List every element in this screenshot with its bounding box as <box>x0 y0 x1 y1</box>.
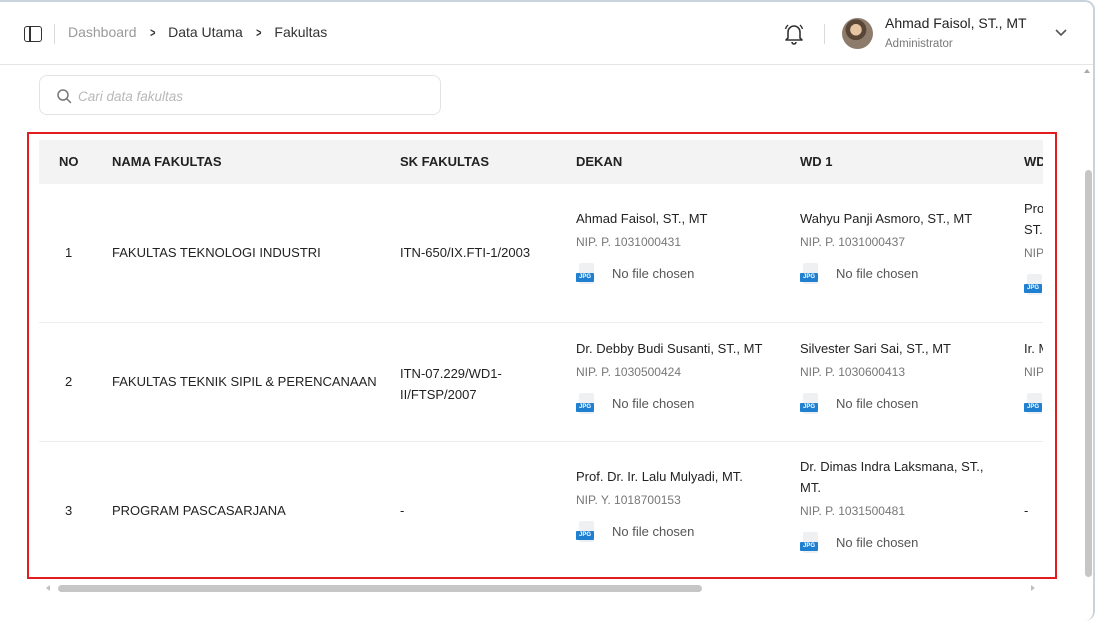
column-header-nama-fakultas: NAMA FAKULTAS <box>112 154 222 169</box>
dekan-cell: Prof. Dr. Ir. Lalu Mulyadi, MT. NIP. Y. … <box>576 466 743 542</box>
breadcrumb-fakultas: Fakultas <box>274 24 328 40</box>
table-row: 2 FAKULTAS TEKNIK SIPIL & PERENCANAAN IT… <box>39 323 1043 442</box>
faculty-sk: ITN-650/IX.FTI-1/2003 <box>400 245 531 260</box>
wd1-nip: NIP. P. 1030600413 <box>800 365 905 379</box>
scroll-left-arrow-icon[interactable] <box>46 585 50 591</box>
jpg-file-icon: JPG <box>800 393 818 414</box>
wd2-cell: Pro ST. NIP JPG <box>1024 198 1043 295</box>
faculty-name: FAKULTAS TEKNOLOGI INDUSTRI <box>112 245 321 260</box>
dekan-name: Ahmad Faisol, ST., MT <box>576 211 708 226</box>
wd2-name: Ir. M <box>1024 341 1043 356</box>
column-header-no: NO <box>59 154 79 169</box>
sidebar-toggle-icon[interactable] <box>24 26 42 42</box>
wd2-file-input[interactable]: JPG <box>1024 274 1043 295</box>
horizontal-scrollbar[interactable] <box>58 585 702 592</box>
dekan-cell: Ahmad Faisol, ST., MT NIP. P. 1031000431… <box>576 208 707 284</box>
chevron-down-icon[interactable] <box>1054 28 1068 38</box>
wd2-cell: Ir. M NIP JPG <box>1024 338 1043 414</box>
jpg-file-icon: JPG <box>800 532 818 553</box>
jpg-file-icon: JPG <box>1024 274 1042 295</box>
column-header-wd2: WD <box>1024 154 1043 169</box>
dekan-file-input[interactable]: JPG No file chosen <box>576 263 707 284</box>
user-name: Ahmad Faisol, ST., MT <box>885 15 1027 31</box>
dekan-cell: Dr. Debby Budi Susanti, ST., MT NIP. P. … <box>576 338 762 414</box>
wd2-nip: NIP <box>1024 365 1043 379</box>
breadcrumb: Dashboard > Data Utama > Fakultas <box>68 24 327 40</box>
file-status: No file chosen <box>836 396 919 411</box>
wd2-nip: NIP <box>1024 246 1043 260</box>
table-header: NO NAMA FAKULTAS SK FAKULTAS DEKAN WD 1 … <box>39 140 1043 184</box>
row-number: 2 <box>65 374 73 389</box>
wd1-file-input[interactable]: JPG No file chosen <box>800 393 951 414</box>
search-icon <box>57 89 72 104</box>
dekan-file-input[interactable]: JPG No file chosen <box>576 521 743 542</box>
jpg-file-icon: JPG <box>576 393 594 414</box>
scroll-up-arrow-icon[interactable] <box>1084 69 1090 73</box>
scroll-right-arrow-icon[interactable] <box>1031 585 1035 591</box>
dekan-nip: NIP. P. 1030500424 <box>576 365 681 379</box>
wd2-name: - <box>1024 503 1029 518</box>
search-input[interactable] <box>78 84 428 108</box>
file-status: No file chosen <box>836 266 919 281</box>
row-number: 3 <box>65 503 73 518</box>
wd1-cell: Wahyu Panji Asmoro, ST., MT NIP. P. 1031… <box>800 208 972 284</box>
bell-icon[interactable] <box>784 23 804 45</box>
wd1-name: Silvester Sari Sai, ST., MT <box>800 341 951 356</box>
chevron-right-icon: > <box>255 24 262 40</box>
file-status: No file chosen <box>612 524 695 539</box>
dekan-name: Prof. Dr. Ir. Lalu Mulyadi, MT. <box>576 469 743 484</box>
row-number: 1 <box>65 245 73 260</box>
vertical-scrollbar[interactable] <box>1085 170 1092 577</box>
search-box <box>39 75 441 115</box>
header-divider <box>54 24 55 44</box>
wd2-name: Pro <box>1024 201 1043 216</box>
wd1-name: Wahyu Panji Asmoro, ST., MT <box>800 211 973 226</box>
header-divider <box>824 24 825 44</box>
wd2-file-input[interactable]: JPG <box>1024 393 1043 414</box>
wd1-nip: NIP. P. 1031000437 <box>800 235 905 249</box>
faculty-name: FAKULTAS TEKNIK SIPIL & PERENCANAAN <box>112 374 377 389</box>
faculty-sk: ITN-07.229/WD1-II/FTSP/2007 <box>400 366 502 402</box>
column-header-sk-fakultas: SK FAKULTAS <box>400 154 490 169</box>
jpg-file-icon: JPG <box>576 521 594 542</box>
breadcrumb-dashboard[interactable]: Dashboard <box>68 24 137 40</box>
table-row: 1 FAKULTAS TEKNOLOGI INDUSTRI ITN-650/IX… <box>39 184 1043 323</box>
dekan-nip: NIP. P. 1031000431 <box>576 235 681 249</box>
fakultas-table: NO NAMA FAKULTAS SK FAKULTAS DEKAN WD 1 … <box>39 140 1043 577</box>
faculty-name: PROGRAM PASCASARJANA <box>112 503 286 518</box>
wd1-cell: Silvester Sari Sai, ST., MT NIP. P. 1030… <box>800 338 951 414</box>
wd1-file-input[interactable]: JPG No file chosen <box>800 263 972 284</box>
jpg-file-icon: JPG <box>1024 393 1042 414</box>
column-header-wd1: WD 1 <box>800 154 833 169</box>
wd2-name-line2: ST. <box>1024 222 1043 237</box>
wd1-nip: NIP. P. 1031500481 <box>800 504 905 518</box>
table-row: 3 PROGRAM PASCASARJANA - Prof. Dr. Ir. L… <box>39 442 1043 577</box>
dekan-nip: NIP. Y. 1018700153 <box>576 493 681 507</box>
wd1-name: Dr. Dimas Indra Laksmana, ST., MT. <box>800 459 984 495</box>
app-window: Dashboard > Data Utama > Fakultas Ahmad … <box>0 0 1095 621</box>
column-header-dekan: DEKAN <box>576 154 623 169</box>
file-status: No file chosen <box>836 535 919 550</box>
chevron-right-icon: > <box>149 24 155 40</box>
dekan-file-input[interactable]: JPG No file chosen <box>576 393 762 414</box>
dekan-name: Dr. Debby Budi Susanti, ST., MT <box>576 341 763 356</box>
faculty-sk: - <box>400 503 405 518</box>
jpg-file-icon: JPG <box>576 263 594 284</box>
file-status: No file chosen <box>612 266 695 281</box>
breadcrumb-data-utama[interactable]: Data Utama <box>168 24 243 40</box>
file-status: No file chosen <box>612 396 695 411</box>
user-role: Administrator <box>885 38 953 50</box>
jpg-file-icon: JPG <box>800 263 818 284</box>
wd1-cell: Dr. Dimas Indra Laksmana, ST., MT. NIP. … <box>800 456 990 553</box>
avatar[interactable] <box>842 18 873 49</box>
wd1-file-input[interactable]: JPG No file chosen <box>800 532 990 553</box>
top-header: Dashboard > Data Utama > Fakultas Ahmad … <box>0 2 1093 65</box>
